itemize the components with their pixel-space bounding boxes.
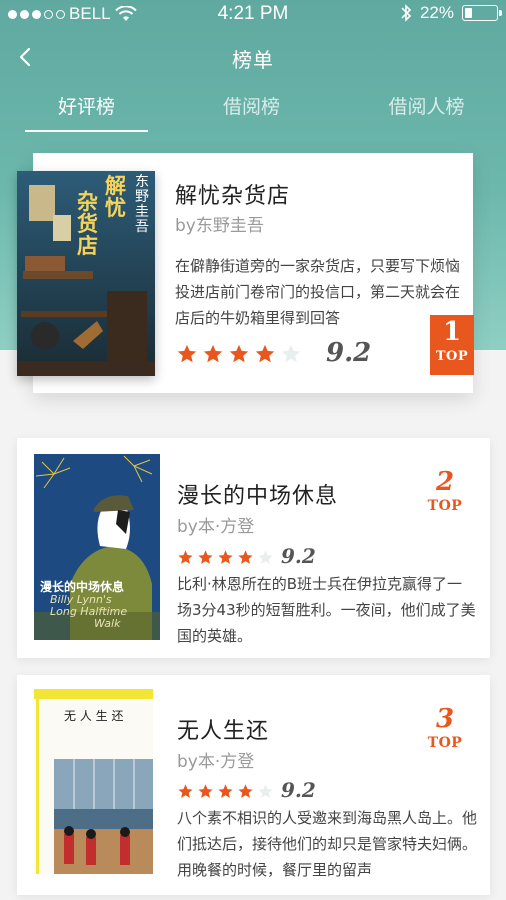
tab-borrowers[interactable]: 借阅人榜 <box>365 92 488 119</box>
star-filled-icon <box>177 344 197 363</box>
cover-title-a: 解忧 <box>105 173 126 220</box>
rank-number: 2 <box>435 467 455 497</box>
book-author: by本·方登 <box>177 517 255 537</box>
active-tab-indicator <box>25 130 148 132</box>
nav-bar: 榜单 <box>0 38 506 78</box>
book-cover: 无 人 生 还 <box>34 689 153 874</box>
cover-subtitle: Billy Lynn's Long Halftime Walk <box>50 593 128 630</box>
rating-score: 9.2 <box>326 338 372 368</box>
tab-borrowing[interactable]: 借阅榜 <box>190 92 313 119</box>
book-card[interactable]: 漫长的中场休息 Billy Lynn's Long Halftime Walk … <box>17 438 490 658</box>
book-description: 在僻静街道旁的一家杂货店，只要写下烦恼投进店前门卷帘门的投信口，第二天就会在店后… <box>175 257 461 327</box>
book-cover: 漫长的中场休息 Billy Lynn's Long Halftime Walk <box>34 454 160 640</box>
rank-label: TOP <box>427 498 463 514</box>
book-author: by本·方登 <box>177 752 255 772</box>
rank-number: 1 <box>442 317 462 347</box>
star-filled-icon <box>238 550 253 564</box>
star-filled-icon <box>255 344 275 363</box>
book-card[interactable]: 解忧 杂货店 东野圭吾 解忧杂货店 by东野圭吾 在僻静街道旁的一家杂货店，只要… <box>17 153 474 393</box>
book-cover: 解忧 杂货店 东野圭吾 <box>17 171 155 376</box>
star-filled-icon <box>218 784 233 798</box>
star-filled-icon <box>229 344 249 363</box>
page-title: 榜单 <box>232 48 274 72</box>
star-empty-icon <box>258 550 273 564</box>
status-right: 22% <box>400 3 502 23</box>
rank-badge: 1 TOP <box>430 315 474 375</box>
tab-good-reviews[interactable]: 好评榜 <box>25 92 148 119</box>
cover-author: 东野圭吾 <box>135 174 149 235</box>
book-title[interactable]: 解忧杂货店 <box>175 178 290 210</box>
rating-stars <box>176 343 302 365</box>
book-description: 八个素不相识的人受邀来到海岛黑人岛上。他们抵达后，接待他们的却只是管家特夫妇俩。… <box>177 809 477 879</box>
star-filled-icon <box>198 784 213 798</box>
rating-stars <box>177 549 274 566</box>
battery-percent: 22% <box>419 3 454 22</box>
star-filled-icon <box>218 550 233 564</box>
rating-stars <box>177 783 274 800</box>
rank-badge: 2 TOP <box>420 466 470 514</box>
ranking-tabs: 好评榜 借阅榜 借阅人榜 <box>0 92 506 136</box>
star-empty-icon <box>281 344 301 363</box>
book-author: by东野圭吾 <box>175 216 264 236</box>
book-title[interactable]: 漫长的中场休息 <box>177 478 338 510</box>
rating-score: 9.2 <box>281 544 316 568</box>
star-filled-icon <box>178 550 193 564</box>
book-title[interactable]: 无人生还 <box>177 713 269 745</box>
star-filled-icon <box>203 344 223 363</box>
battery-icon <box>462 5 502 21</box>
book-description: 比利·林恩所在的B班士兵在伊拉克赢得了一场3分43秒的短暂胜利。一夜间，他们成了… <box>177 575 476 645</box>
star-filled-icon <box>178 784 193 798</box>
star-filled-icon <box>198 550 213 564</box>
star-filled-icon <box>238 784 253 798</box>
cover-title-b: 杂货店 <box>77 189 98 258</box>
status-bar: BELL 4:21 PM 22% <box>0 0 506 30</box>
rank-number: 3 <box>435 704 455 734</box>
star-empty-icon <box>258 784 273 798</box>
cover-title: 无 人 生 还 <box>64 709 124 723</box>
rank-badge: 3 TOP <box>420 703 470 751</box>
rank-label: TOP <box>427 735 463 751</box>
bluetooth-icon <box>401 4 412 22</box>
rank-label: TOP <box>435 349 469 364</box>
rating-score: 9.2 <box>281 778 316 802</box>
book-card[interactable]: 无 人 生 还 无人生还 by本·方登 9.2 八个素不相识的人受邀来到海岛黑人… <box>17 675 490 895</box>
